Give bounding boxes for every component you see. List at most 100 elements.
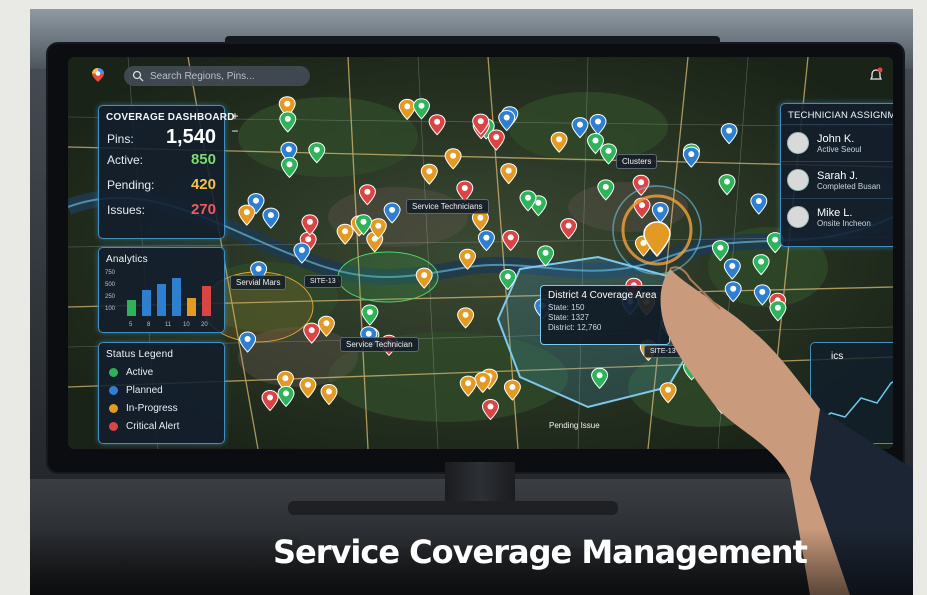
- map-pin-icon[interactable]: [769, 300, 787, 322]
- map-pin-icon[interactable]: [361, 304, 379, 326]
- technician-info: Mike L. Onsite Incheon: [817, 207, 893, 228]
- map-pin-icon[interactable]: [599, 143, 618, 165]
- map-pin-icon[interactable]: [711, 240, 729, 262]
- search-bar[interactable]: [124, 66, 310, 86]
- map-pin-icon[interactable]: [308, 142, 326, 164]
- map-pin-icon[interactable]: [239, 331, 257, 353]
- mini-analytics-panel: ics: [810, 342, 893, 444]
- map-pin-icon[interactable]: [560, 218, 578, 240]
- map-pin-icon[interactable]: [752, 254, 770, 276]
- map-pin-icon[interactable]: [753, 284, 771, 306]
- map-pin-icon[interactable]: [757, 386, 775, 408]
- map-pin-icon[interactable]: [550, 131, 568, 153]
- servial-mars-label[interactable]: Servial Mars: [230, 275, 287, 290]
- map-pin-icon[interactable]: [262, 207, 280, 229]
- map-pin-icon[interactable]: [537, 245, 555, 267]
- map-pin-icon[interactable]: [303, 322, 321, 344]
- map-pin-icon[interactable]: [633, 197, 651, 219]
- map-pin-icon[interactable]: [299, 377, 317, 399]
- map-pin-icon[interactable]: [459, 375, 477, 397]
- map-pin-icon[interactable]: [457, 307, 475, 329]
- status-legend-panel: Status Legend Active Planned In-Progress Cr…: [98, 342, 225, 444]
- map-pin-icon[interactable]: [477, 230, 495, 252]
- analytics-title: Analytics: [106, 254, 148, 265]
- map-pin-icon[interactable]: [279, 111, 297, 133]
- analytics-y-tick: 100: [105, 306, 116, 312]
- map-pin-icon[interactable]: [458, 248, 477, 270]
- map-pin-icon[interactable]: [487, 129, 505, 151]
- map-pin-icon[interactable]: [589, 113, 607, 136]
- dashboard-row: Active: 850: [99, 151, 224, 176]
- map-pin-icon[interactable]: [503, 379, 521, 401]
- site-13-label-east[interactable]: SITE-13: [644, 345, 682, 358]
- map-pin-icon[interactable]: [420, 163, 438, 185]
- district-title: District 4 Coverage Area: [548, 290, 657, 301]
- analytics-bar-chart: 750 500 250 100 5 8 11 10 20: [105, 270, 211, 328]
- map-logo-icon: [92, 68, 104, 82]
- map-pin-icon[interactable]: [718, 174, 736, 196]
- map-pin-icon[interactable]: [383, 202, 401, 224]
- map-pin-icon[interactable]: [317, 315, 335, 338]
- map-pin-icon[interactable]: [428, 114, 446, 136]
- zoom-out-button[interactable]: −: [228, 124, 242, 139]
- map-pin-icon[interactable]: [481, 398, 500, 421]
- dashboard-row-value: 270: [190, 201, 216, 218]
- caption-title: Service Coverage Management: [273, 533, 808, 571]
- map-pin-icon[interactable]: [301, 214, 319, 236]
- legend-item: Active: [99, 363, 224, 381]
- map-pin-icon[interactable]: [474, 371, 492, 394]
- map-pin-icon[interactable]: [597, 179, 615, 201]
- technician-row[interactable]: Sarah J. Completed Busan: [781, 161, 893, 198]
- map-pin-icon[interactable]: [398, 98, 416, 121]
- map-pin-icon[interactable]: [280, 156, 299, 179]
- map-pin-icon[interactable]: [238, 204, 256, 226]
- dashboard-row-value: 420: [190, 176, 216, 193]
- map-pin-icon[interactable]: [724, 281, 742, 303]
- map-pin-icon[interactable]: [659, 382, 677, 404]
- site-13-label-west[interactable]: SITE-13: [304, 275, 342, 288]
- map-pin-icon[interactable]: [651, 201, 669, 224]
- map-pin-icon[interactable]: [456, 180, 474, 202]
- technician-status: Active Seoul: [817, 144, 862, 154]
- map-pin-icon[interactable]: [502, 229, 520, 252]
- service-technician-label[interactable]: Service Technician: [340, 337, 419, 352]
- map-pin-icon[interactable]: [713, 392, 731, 415]
- map-pin-icon[interactable]: [498, 109, 516, 132]
- dashboard-row-label: Active:: [107, 153, 144, 167]
- pending-issue-label[interactable]: Pending Issue: [544, 419, 605, 432]
- analytics-bar: [202, 286, 211, 316]
- map-pin-icon[interactable]: [261, 389, 279, 412]
- search-input[interactable]: [148, 69, 302, 83]
- map-pin-icon[interactable]: [720, 123, 738, 145]
- notification-bell-icon[interactable]: [868, 67, 884, 83]
- analytics-bar: [187, 298, 196, 316]
- map-pin-icon[interactable]: [336, 223, 354, 245]
- analytics-y-tick: 500: [105, 282, 116, 288]
- analytics-y-tick: 250: [105, 294, 116, 300]
- map-pin-icon[interactable]: [500, 163, 518, 185]
- dashboard-row: Pins: 1,540: [99, 126, 224, 151]
- technician-status: Completed Busan: [817, 181, 881, 191]
- map-pin-icon[interactable]: [320, 383, 338, 406]
- map-pin-icon[interactable]: [277, 385, 295, 408]
- district-stat-3: District: 12,760: [548, 323, 602, 332]
- map-pin-icon[interactable]: [499, 268, 517, 291]
- map-pin-icon[interactable]: [683, 359, 701, 381]
- technician-row[interactable]: John K. Active Seoul: [781, 124, 893, 161]
- map-pin-icon[interactable]: [415, 267, 433, 289]
- map-pin-icon[interactable]: [571, 117, 589, 139]
- map-pin-icon[interactable]: [591, 367, 609, 390]
- map-pin-icon[interactable]: [632, 174, 650, 197]
- map-pin-icon[interactable]: [750, 193, 768, 215]
- clusters-label[interactable]: Clusters: [616, 154, 658, 169]
- district-info-card[interactable]: District 4 Coverage Area State: 150 Stat…: [540, 285, 670, 345]
- map-pin-icon[interactable]: [682, 146, 700, 168]
- map-pin-icon[interactable]: [723, 258, 741, 280]
- map-pin-icon[interactable]: [745, 346, 763, 368]
- map-pin-icon[interactable]: [293, 242, 311, 264]
- map-pin-icon[interactable]: [444, 148, 462, 170]
- map-pin-icon[interactable]: [358, 184, 376, 206]
- service-technicians-label[interactable]: Service Technicians: [406, 199, 489, 214]
- technician-row[interactable]: Mike L. Onsite Incheon: [781, 198, 893, 235]
- map-pin-icon[interactable]: [412, 98, 431, 120]
